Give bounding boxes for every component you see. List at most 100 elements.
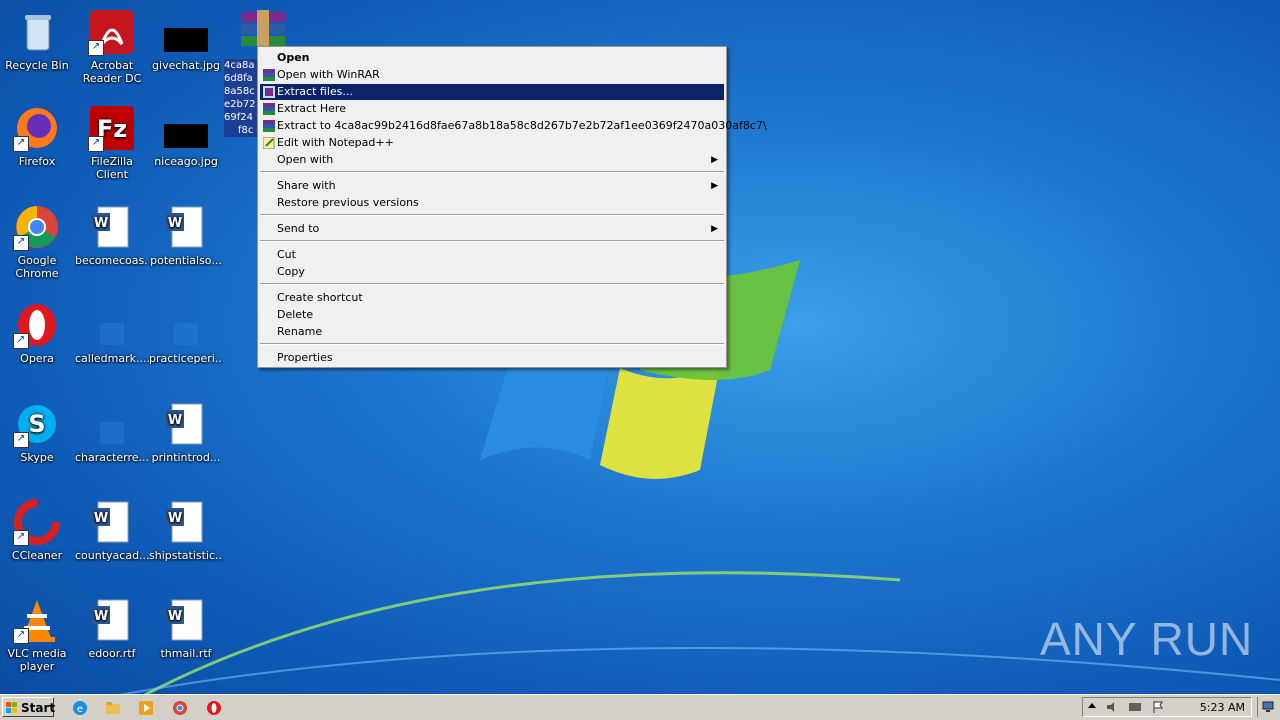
svg-text:W: W — [94, 216, 108, 231]
recycle-bin-icon[interactable]: Recycle Bin — [0, 8, 74, 72]
menu-item-rename[interactable]: Rename — [260, 324, 724, 340]
menu-item-properties[interactable]: Properties — [260, 350, 724, 366]
shortcut-arrow-icon: ↗ — [13, 333, 29, 349]
menu-item-extract-files[interactable]: Extract files... — [260, 84, 724, 100]
opera-taskbar-icon[interactable] — [206, 700, 222, 716]
icon-label: shipstatistic... — [149, 549, 223, 562]
icon-label: thmail.rtf — [160, 647, 212, 660]
icon-label: potentialso... — [150, 254, 222, 267]
menu-item-open[interactable]: Open — [260, 50, 724, 66]
menu-item-open-with[interactable]: Open with ▶ — [260, 152, 724, 168]
menu-item-label: Extract Here — [277, 102, 346, 115]
word-document-icon: W — [166, 206, 203, 248]
blank-document-icon — [100, 323, 124, 345]
menu-item-label: Edit with Notepad++ — [277, 136, 394, 149]
menu-item-copy[interactable]: Copy — [260, 264, 724, 280]
skype-icon[interactable]: S ↗ Skype — [0, 400, 74, 464]
label-line: 6d8fa — [224, 73, 253, 84]
action-center-flag-icon[interactable] — [1151, 700, 1165, 714]
filezilla-icon[interactable]: Fz ↗ FileZilla Client — [75, 104, 149, 181]
menu-item-send-to[interactable]: Send to ▶ — [260, 221, 724, 237]
media-player-icon[interactable] — [138, 700, 154, 716]
internet-explorer-icon[interactable]: e — [72, 700, 88, 716]
menu-item-label: Share with — [277, 179, 336, 192]
windows-flag-icon — [6, 702, 17, 713]
label-line: 8a58c — [224, 86, 255, 97]
menu-item-restore-previous-versions[interactable]: Restore previous versions — [260, 195, 724, 211]
word-document-icon: W — [92, 501, 129, 543]
menu-item-label: Create shortcut — [277, 291, 363, 304]
start-label: Start — [21, 701, 56, 715]
word-doc-icon[interactable]: W countyacad... — [75, 498, 149, 562]
word-doc-icon[interactable]: W shipstatistic... — [149, 498, 223, 562]
show-hidden-icons-icon[interactable] — [1087, 701, 1097, 713]
icon-label: FileZilla Client — [91, 155, 133, 181]
word-doc-icon[interactable]: W edoor.rtf — [75, 596, 149, 660]
menu-item-label: Extract files... — [277, 85, 353, 98]
word-document-icon: W — [166, 501, 203, 543]
menu-item-label: Delete — [277, 308, 314, 321]
menu-item-label: Cut — [277, 248, 296, 261]
svg-text:W: W — [168, 609, 182, 624]
menu-item-delete[interactable]: Delete — [260, 307, 724, 323]
menu-item-extract-here[interactable]: Extract Here — [260, 101, 724, 117]
firefox-icon[interactable]: ↗ Firefox — [0, 104, 74, 168]
menu-item-label: Extract to 4ca8ac99b2416d8fae67a8b18a58c… — [277, 119, 767, 132]
menu-item-edit-notepadpp[interactable]: Edit with Notepad++ — [260, 135, 724, 151]
context-menu: Open Open with WinRAR Extract files... E… — [257, 46, 767, 368]
icon-label: becomecoas... — [75, 254, 149, 267]
selected-file-label: 4ca8a 6d8fa 8a58c e2b72 69f24 f8c — [224, 59, 260, 137]
winrar-icon — [263, 103, 275, 115]
menu-item-share-with[interactable]: Share with ▶ — [260, 178, 724, 194]
menu-separator — [260, 343, 724, 345]
image-file-icon[interactable]: givechat.jpg — [149, 8, 223, 72]
network-icon[interactable] — [1127, 700, 1143, 714]
blank-file-icon[interactable]: characterre... — [75, 400, 149, 464]
menu-item-cut[interactable]: Cut — [260, 247, 724, 263]
menu-item-label: Open with WinRAR — [277, 68, 380, 81]
word-doc-icon[interactable]: W potentialso... — [149, 203, 223, 267]
menu-item-create-shortcut[interactable]: Create shortcut — [260, 290, 724, 306]
icon-label: givechat.jpg — [152, 59, 220, 72]
label-line: 69f24 — [224, 112, 253, 123]
chrome-icon[interactable]: ↗ Google Chrome — [0, 203, 74, 280]
image-file-icon[interactable]: niceago.jpg — [149, 104, 223, 168]
winrar-icon — [263, 120, 275, 132]
menu-separator — [260, 171, 724, 173]
submenu-arrow-icon: ▶ — [711, 224, 718, 234]
menu-item-label: Open with — [277, 153, 334, 166]
word-doc-icon[interactable]: W becomecoas... — [75, 203, 149, 267]
ccleaner-icon[interactable]: ↗ CCleaner — [0, 498, 74, 562]
chrome-taskbar-icon[interactable] — [172, 700, 188, 716]
show-desktop-button[interactable] — [1257, 697, 1278, 717]
folder-icon[interactable] — [105, 700, 121, 716]
svg-text:e: e — [77, 704, 83, 715]
menu-item-extract-to[interactable]: Extract to 4ca8ac99b2416d8fae67a8b18a58c… — [260, 118, 767, 134]
icon-label: calledmark.... — [75, 352, 149, 365]
word-document-icon: W — [92, 206, 129, 248]
icon-label: practiceperi... — [149, 352, 223, 365]
black-thumbnail-icon — [164, 124, 208, 148]
svg-text:W: W — [94, 511, 108, 526]
opera-icon[interactable]: ↗ Opera — [0, 301, 74, 365]
black-thumbnail-icon — [164, 28, 208, 52]
start-button[interactable]: Start — [2, 697, 56, 717]
menu-item-open-with-winrar[interactable]: Open with WinRAR — [260, 67, 724, 83]
menu-item-label: Properties — [277, 351, 333, 364]
icon-label: Google Chrome — [15, 254, 59, 280]
word-doc-icon[interactable]: W thmail.rtf — [149, 596, 223, 660]
menu-separator — [260, 240, 724, 242]
word-doc-icon[interactable]: W printintrod... — [149, 400, 223, 464]
acrobat-icon[interactable]: ↗ Acrobat Reader DC — [75, 8, 149, 85]
word-document-icon: W — [92, 599, 129, 641]
monitor-icon — [1262, 701, 1274, 712]
blank-file-icon[interactable]: practiceperi... — [149, 301, 223, 365]
notepadpp-icon — [263, 137, 275, 149]
anyrun-watermark: ANY RUN — [1040, 613, 1254, 665]
vlc-icon[interactable]: ↗ VLC media player — [0, 596, 74, 673]
menu-separator — [260, 214, 724, 216]
volume-icon[interactable] — [1105, 700, 1119, 714]
clock[interactable]: 5:23 AM — [1200, 701, 1245, 714]
menu-item-label: Open — [277, 51, 310, 64]
blank-file-icon[interactable]: calledmark.... — [75, 301, 149, 365]
